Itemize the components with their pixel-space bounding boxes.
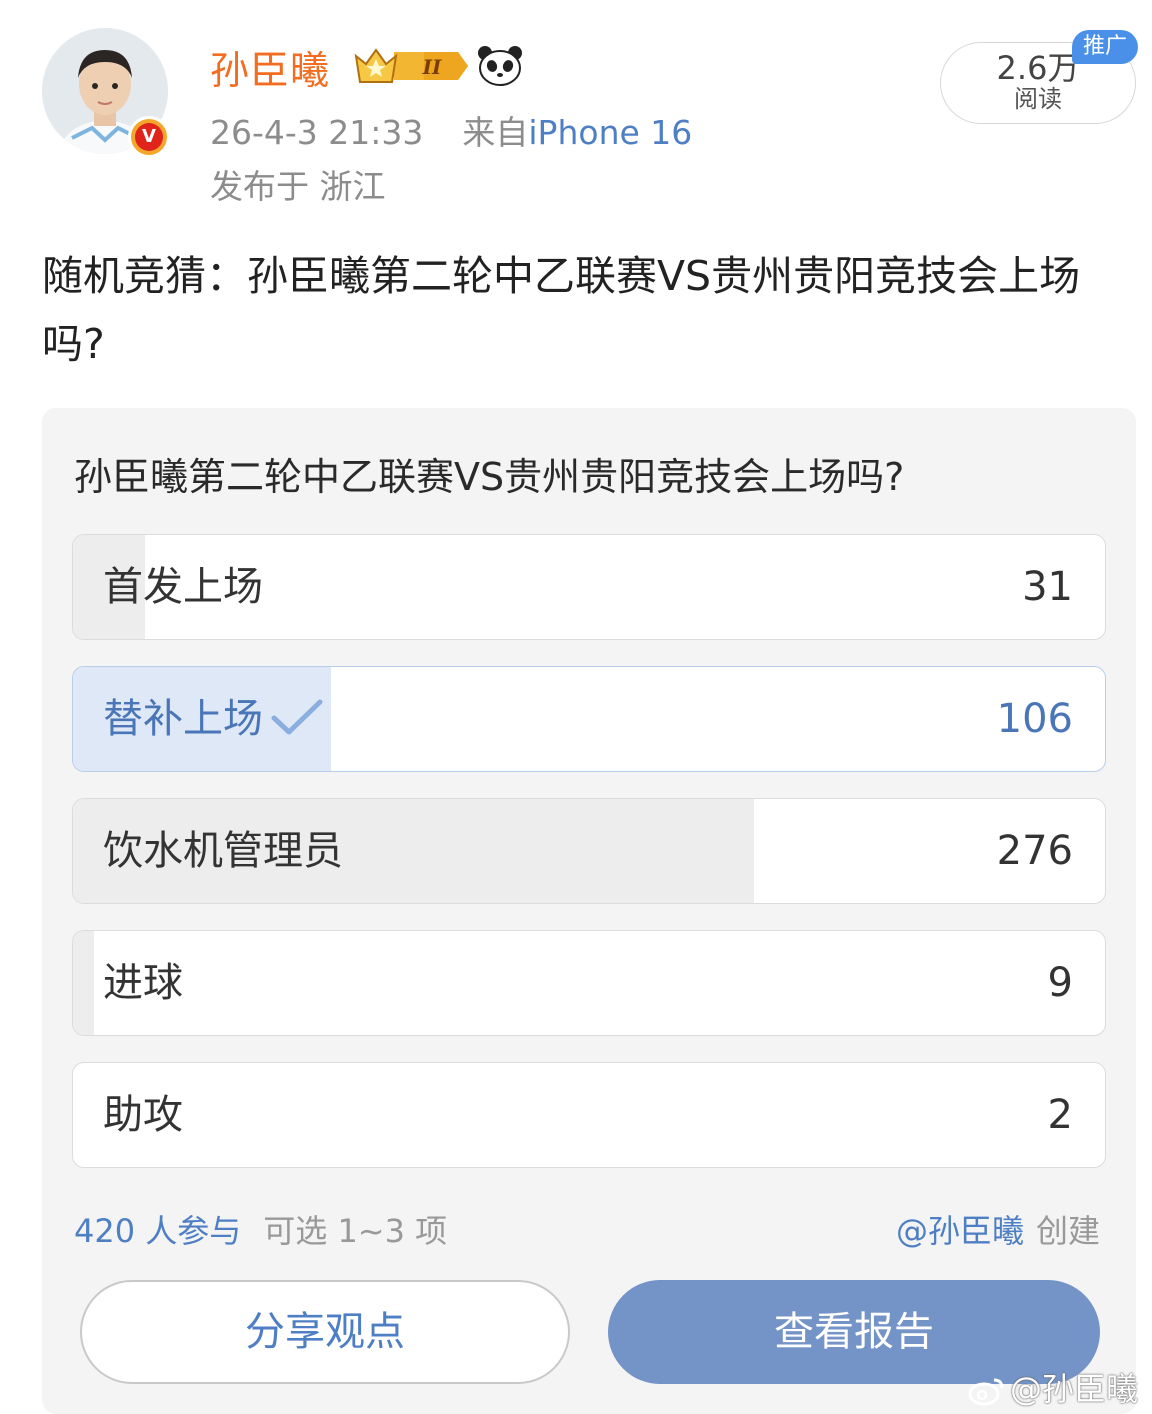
creator-link[interactable]: @孙臣曦: [896, 1212, 1024, 1250]
poll-option-label: 助攻: [103, 1092, 183, 1138]
username[interactable]: 孙臣曦: [210, 40, 330, 96]
poll-option-label: 进球: [103, 960, 183, 1006]
promo-badge[interactable]: 推广: [1072, 30, 1138, 64]
poll-option-count: 106: [996, 696, 1073, 742]
verified-badge-icon: V: [128, 116, 170, 158]
poll-option[interactable]: 饮水机管理员 276: [72, 798, 1106, 904]
poll-option-label: 首发上场: [103, 564, 263, 610]
poll-option[interactable]: 替补上场 106: [72, 666, 1106, 772]
timestamp: 26-4-3 21:33: [210, 113, 424, 152]
poll-stats: 420 人参与 可选 1~3 项: [74, 1206, 447, 1252]
poll-creator: @孙臣曦 创建: [896, 1206, 1100, 1252]
post-meta: 26-4-3 21:33 来自iPhone 16: [210, 106, 692, 154]
source-prefix: 来自: [462, 113, 529, 152]
poll-question: 孙臣曦第二轮中乙联赛VS贵州贵阳竞技会上场吗?: [74, 455, 905, 499]
poll-option[interactable]: 助攻 2: [72, 1062, 1106, 1168]
poll-option-count: 9: [1047, 960, 1073, 1006]
poll-option-count: 31: [1022, 564, 1073, 610]
created-label: 创建: [1035, 1212, 1100, 1250]
poll-option-label: 替补上场: [103, 696, 263, 742]
post-text: 随机竞猜：孙臣曦第二轮中乙联赛VS贵州贵阳竞技会上场吗?: [42, 252, 1081, 368]
device-link[interactable]: iPhone 16: [528, 113, 692, 152]
participant-count[interactable]: 420 人参与: [74, 1212, 241, 1250]
vip-crown-icon[interactable]: II: [354, 46, 470, 86]
poll-option[interactable]: 进球 9: [72, 930, 1106, 1036]
weibo-logo-icon: [968, 1378, 1004, 1406]
watermark-text: @孙臣曦: [1009, 1370, 1138, 1408]
vip-level-text: II: [422, 55, 442, 79]
poll-option-count: 2: [1047, 1092, 1073, 1138]
panda-icon: [478, 46, 522, 86]
share-opinion-button[interactable]: 分享观点: [80, 1280, 570, 1384]
location: 发布于 浙江: [210, 167, 386, 206]
poll-option[interactable]: 首发上场 31: [72, 534, 1106, 640]
checkmark-icon: [271, 699, 323, 735]
poll-option-count: 276: [996, 828, 1073, 874]
poll-option-label: 饮水机管理员: [103, 828, 343, 874]
read-count-label: 阅读: [1014, 85, 1062, 113]
poll-option-fill: [73, 931, 94, 1035]
selection-rule: 可选 1~3 项: [263, 1212, 448, 1250]
watermark: @孙臣曦: [968, 1364, 1138, 1410]
poll-card: 孙臣曦第二轮中乙联赛VS贵州贵阳竞技会上场吗? 首发上场 31 替补上场 106…: [42, 408, 1136, 1414]
